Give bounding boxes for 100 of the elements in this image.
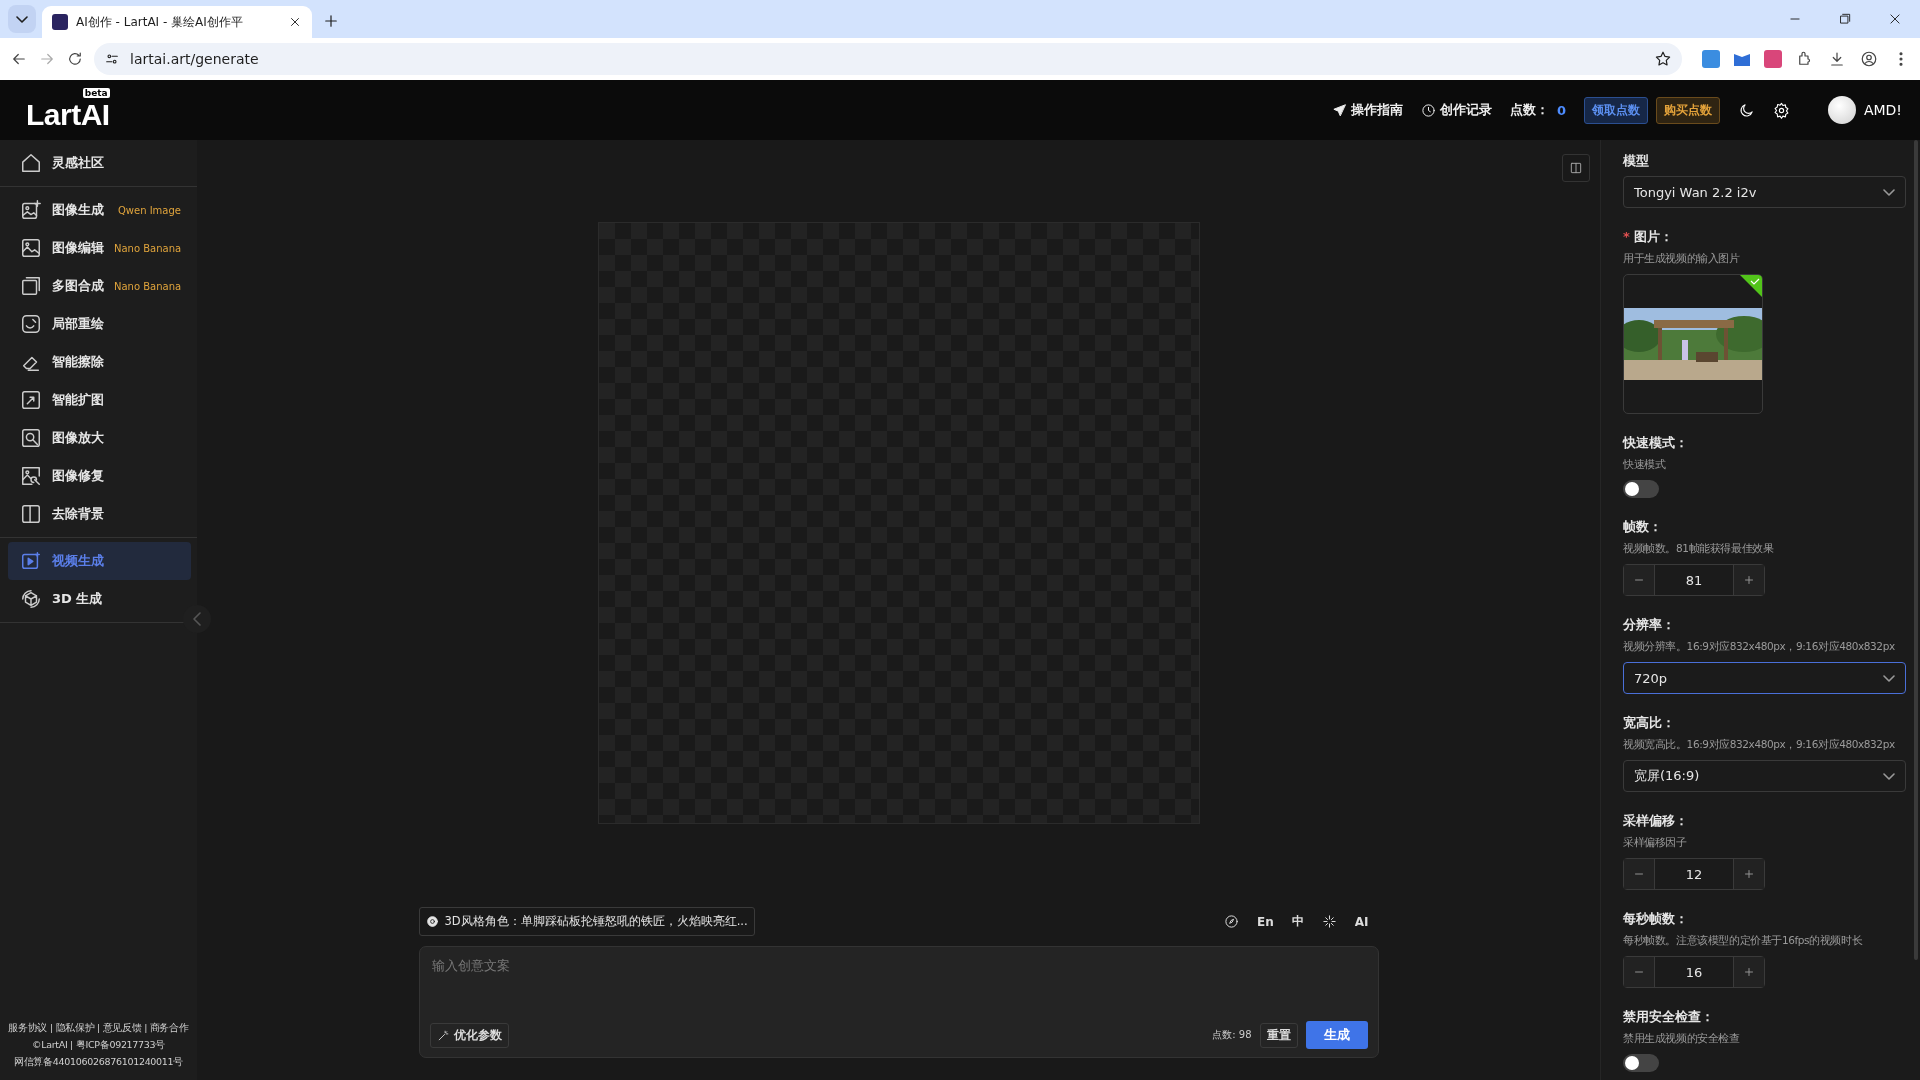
select-field[interactable]: Tongyi Wan 2.2 i2v xyxy=(1623,176,1906,208)
video-icon xyxy=(20,550,42,572)
reset-button[interactable]: 重置 xyxy=(1259,1022,1298,1048)
points-value: 0 xyxy=(1556,102,1566,118)
chevron-down-icon xyxy=(1883,188,1895,196)
clock-icon xyxy=(1420,102,1436,118)
generate-button[interactable]: 生成 xyxy=(1305,1021,1368,1049)
chevron-left-icon xyxy=(193,612,201,626)
tool-button[interactable]: AI xyxy=(1354,914,1369,929)
tab-search-button[interactable] xyxy=(8,5,36,33)
download-icon[interactable] xyxy=(1828,50,1846,68)
select-field[interactable]: 720p xyxy=(1623,662,1906,694)
sidebar-item[interactable]: 图像修复 xyxy=(8,457,191,495)
sidebar-item[interactable]: 去除背景 xyxy=(8,495,191,533)
site-settings-icon[interactable] xyxy=(104,51,120,67)
close-icon[interactable] xyxy=(1888,12,1902,26)
brush-image-icon xyxy=(20,313,42,335)
cost-text: 点数: 98 xyxy=(1212,1028,1252,1042)
sparkle-icon[interactable] xyxy=(1321,914,1337,929)
restore-icon[interactable] xyxy=(1838,12,1852,26)
header-link[interactable]: 操作指南 xyxy=(1331,101,1403,119)
split-panel-icon xyxy=(20,503,42,525)
field-label: 快速模式： xyxy=(1623,434,1689,452)
sidebar-item[interactable]: 图像放大 xyxy=(8,419,191,457)
field-hint: 快速模式 xyxy=(1623,458,1667,472)
field-hint: 禁用生成视频的安全检查 xyxy=(1623,1032,1741,1046)
reload-icon[interactable] xyxy=(66,50,84,68)
model-tag: Nano Banana xyxy=(114,242,182,254)
field-label: 模型 xyxy=(1623,152,1650,170)
field-hint: 视频宽高比。16:9对应832x480px，9:16对应480x832px xyxy=(1623,738,1896,752)
field-label: 分辨率： xyxy=(1623,616,1676,634)
field-hint: 视频帧数。81帧能获得最佳效果 xyxy=(1623,542,1775,556)
paper-plane-icon xyxy=(1331,102,1347,118)
sidebar-item[interactable]: 图像生成 Qwen Image xyxy=(8,191,191,229)
example-prompt-chip[interactable]: 3D风格角色：单脚踩砧板抡锤怒吼的铁匠，火焰映亮红... xyxy=(418,907,755,936)
moon-icon[interactable] xyxy=(1737,101,1755,119)
browser-tab[interactable]: AI创作 - LartAI - 巢绘AI创作平 xyxy=(42,6,312,38)
image-plus-icon xyxy=(20,199,42,221)
layers-icon xyxy=(20,275,42,297)
header-link[interactable]: 创作记录 xyxy=(1420,101,1492,119)
sidebar-item[interactable]: 多图合成 Nano Banana xyxy=(8,267,191,305)
optimize-button[interactable]: 优化参数 xyxy=(429,1022,509,1048)
toggle-switch[interactable] xyxy=(1623,1054,1659,1072)
sidebar-item[interactable]: 局部重绘 xyxy=(8,305,191,343)
new-tab-icon[interactable] xyxy=(322,12,340,30)
home-icon xyxy=(20,152,42,174)
cube-icon xyxy=(20,588,42,610)
field-label: 帧数： xyxy=(1623,518,1663,536)
lartai-logo[interactable]: LartAI xyxy=(26,98,110,132)
sidebar-item[interactable]: 智能擦除 xyxy=(8,343,191,381)
field-label: 采样偏移： xyxy=(1623,812,1689,830)
sidebar-item[interactable]: 3D 生成 xyxy=(8,580,191,618)
magnify-icon xyxy=(20,427,42,449)
select-field[interactable]: 宽屏(16:9) xyxy=(1623,760,1906,792)
field-label: 每秒帧数： xyxy=(1623,910,1689,928)
beta-badge: beta xyxy=(82,88,110,98)
claim-points-button[interactable]: 领取点数 xyxy=(1583,96,1648,124)
number-stepper[interactable]: 81 xyxy=(1623,564,1765,596)
extension-icon[interactable] xyxy=(1734,52,1750,66)
footer-text: ©LartAI | 粤ICP备09217733号 xyxy=(30,1038,167,1052)
sidebar-item[interactable]: 图像编辑 Nano Banana xyxy=(8,229,191,267)
settings-icon[interactable] xyxy=(1772,101,1790,119)
bookmark-star-icon[interactable] xyxy=(1654,50,1672,68)
prompt-field[interactable]: 输入创意文案 优化参数 点数: 98 重置 生成 xyxy=(418,946,1379,1058)
image-icon xyxy=(20,237,42,259)
field-hint: 采样偏移因子 xyxy=(1623,836,1688,850)
compass-icon[interactable] xyxy=(1224,914,1239,929)
avatar xyxy=(1827,96,1856,124)
plus-icon[interactable] xyxy=(1742,573,1756,587)
chevron-down-icon xyxy=(1883,772,1895,780)
profile-icon[interactable] xyxy=(1860,50,1878,68)
close-icon[interactable] xyxy=(288,15,302,29)
plus-icon[interactable] xyxy=(1742,867,1756,881)
field-label: 禁用安全检查： xyxy=(1623,1008,1715,1026)
points-label: 点数： xyxy=(1509,101,1549,119)
toggle-switch[interactable] xyxy=(1623,480,1659,498)
image-repair-icon xyxy=(20,465,42,487)
site-favicon-icon xyxy=(52,14,68,30)
wand-icon xyxy=(436,1028,450,1042)
tool-button[interactable]: En xyxy=(1257,914,1274,929)
field-label: * 图片： xyxy=(1623,228,1674,246)
number-stepper[interactable]: 16 xyxy=(1623,956,1765,988)
address-bar[interactable]: lartai.art/generate xyxy=(94,43,1682,75)
model-tag: Qwen Image xyxy=(117,204,181,216)
model-tag: Nano Banana xyxy=(114,280,182,292)
footer-text: 服务协议 | 隐私保护 | 意见反馈 | 商务合作 xyxy=(7,1021,190,1035)
sidebar-item[interactable]: 视频生成 xyxy=(8,542,191,580)
field-hint: 每秒帧数。注意该模型的定价基于16fps的视频时长 xyxy=(1623,934,1864,948)
footer-text: 网信算备440106026876101240011号 xyxy=(12,1055,185,1069)
user-menu[interactable]: AMD! xyxy=(1827,96,1902,124)
sidebar-item[interactable]: 灵感社区 xyxy=(8,144,191,182)
split-view-button[interactable] xyxy=(1562,154,1590,182)
plus-icon[interactable] xyxy=(1742,965,1756,979)
sidebar-item[interactable]: 智能扩图 xyxy=(8,381,191,419)
chevron-down-icon xyxy=(1883,674,1895,682)
split-panel-icon xyxy=(1569,161,1583,175)
number-stepper[interactable]: 12 xyxy=(1623,858,1765,890)
image-upload-card[interactable] xyxy=(1623,274,1763,414)
buy-points-button[interactable]: 购买点数 xyxy=(1655,96,1720,124)
tool-button[interactable]: 中 xyxy=(1291,913,1304,930)
